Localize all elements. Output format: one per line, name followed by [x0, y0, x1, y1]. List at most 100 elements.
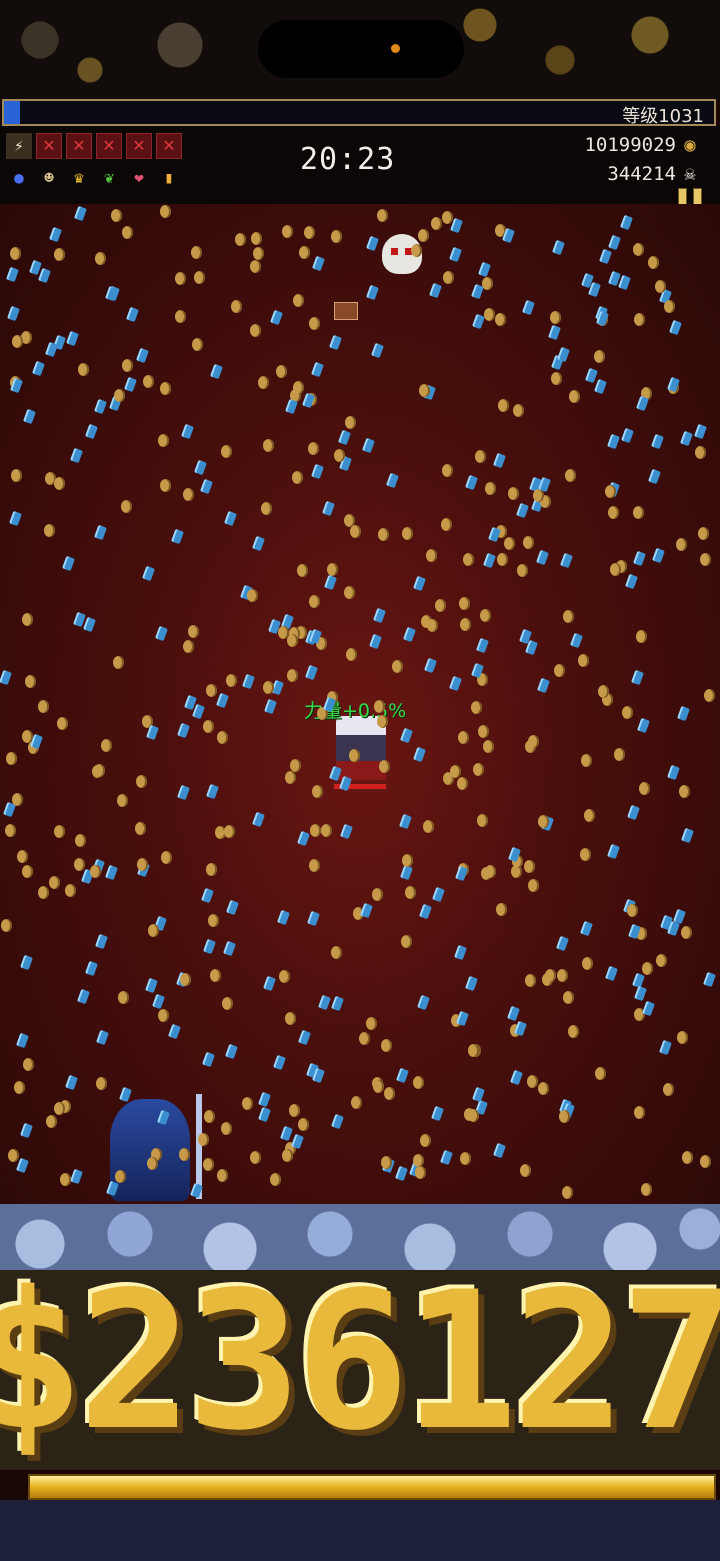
- gold-coin: [90, 865, 101, 878]
- gold-coin: [498, 399, 509, 412]
- gold-coin: [523, 536, 534, 549]
- kill-counter: 344214 ☠: [607, 163, 698, 185]
- gold-coin: [435, 599, 446, 612]
- experience-bar: 等级1031: [2, 99, 716, 127]
- xp-gem: [324, 574, 337, 591]
- xp-gem: [465, 975, 478, 992]
- xp-gem: [223, 940, 236, 957]
- gold-coin: [17, 850, 28, 863]
- xp-gem: [210, 363, 223, 380]
- xp-gem: [340, 823, 353, 840]
- gold-coin: [443, 271, 454, 284]
- gold-coin: [1, 919, 12, 932]
- gold-coin: [160, 205, 171, 218]
- gold-coin: [459, 597, 470, 610]
- xp-gem: [681, 827, 694, 844]
- gold-coin: [250, 324, 261, 337]
- gold-coin: [299, 246, 310, 259]
- xp-gem: [202, 1051, 215, 1068]
- xp-gem: [252, 535, 265, 552]
- gold-coin: [114, 389, 125, 402]
- gold-coin: [525, 974, 536, 987]
- gold-coin: [418, 229, 429, 242]
- gold-coin: [405, 886, 416, 899]
- gold-coin: [298, 1118, 309, 1131]
- gold-coin: [350, 525, 361, 538]
- coin-gain-prefix: $: [0, 1251, 84, 1472]
- gold-coin: [563, 610, 574, 623]
- gold-coin: [38, 886, 49, 899]
- gold-coin: [520, 1164, 531, 1177]
- gold-coin: [161, 851, 172, 864]
- xp-gem: [642, 1000, 655, 1017]
- gold-coin: [471, 701, 482, 714]
- xp-gem: [329, 334, 342, 351]
- gold-coin: [12, 335, 23, 348]
- gold-coin: [54, 248, 65, 261]
- gold-coin: [208, 914, 219, 927]
- gold-coin: [473, 763, 484, 776]
- xp-gem: [177, 722, 190, 739]
- gold-coin: [309, 317, 320, 330]
- xp-gem: [631, 669, 644, 686]
- xp-gem: [264, 698, 277, 715]
- xp-gem: [291, 1133, 304, 1150]
- xp-gem: [424, 657, 437, 674]
- gold-coin: [545, 969, 556, 982]
- gold-coin: [622, 706, 633, 719]
- gold-coin: [373, 1080, 384, 1093]
- xp-gem: [476, 637, 489, 654]
- xp-gem: [203, 938, 216, 955]
- gold-coin: [639, 782, 650, 795]
- gold-coin: [482, 277, 493, 290]
- gold-coin: [247, 589, 258, 602]
- gold-coin: [349, 749, 360, 762]
- xp-gem: [277, 909, 290, 926]
- gold-progress-bar: [28, 1474, 716, 1500]
- gold-coin: [695, 446, 706, 459]
- gold-coin: [253, 247, 264, 260]
- xp-gem: [119, 1086, 132, 1103]
- gold-coin: [12, 793, 23, 806]
- gold-coin: [485, 482, 496, 495]
- gold-coin: [392, 660, 403, 673]
- crown-icon: ♛: [74, 168, 84, 187]
- xp-gem: [585, 367, 598, 384]
- gold-coin: [54, 1102, 65, 1115]
- gold-coin: [538, 815, 549, 828]
- gold-coin: [656, 954, 667, 967]
- face-icon: ☻: [44, 168, 54, 187]
- xp-gem: [200, 478, 213, 495]
- gold-coin: [608, 506, 619, 519]
- gold-coin: [113, 656, 124, 669]
- xp-gem: [483, 552, 496, 569]
- gold-coin: [293, 294, 304, 307]
- gold-coin: [480, 609, 491, 622]
- xp-gem: [65, 1074, 78, 1091]
- gold-coin: [231, 300, 242, 313]
- xp-gem: [126, 306, 139, 323]
- empty-slot: ✕: [126, 133, 152, 159]
- xp-gem: [403, 626, 416, 643]
- gold-coin: [633, 243, 644, 256]
- gold-coin: [426, 549, 437, 562]
- gold-coin: [496, 903, 507, 916]
- gold-coin: [122, 359, 133, 372]
- xp-gem: [608, 234, 621, 251]
- empty-slot: ✕: [156, 133, 182, 159]
- treasure-chest: [334, 302, 358, 320]
- empty-slot: ✕: [96, 133, 122, 159]
- gold-coin: [700, 1155, 711, 1168]
- gold-coin: [419, 384, 430, 397]
- gold-coin: [442, 464, 453, 477]
- gold-coin: [221, 445, 232, 458]
- gold-coin: [527, 1075, 538, 1088]
- gold-coin: [263, 439, 274, 452]
- gold-coin: [122, 226, 133, 239]
- xp-gem: [400, 864, 413, 881]
- gold-coin: [287, 634, 298, 647]
- gold-coin: [96, 1077, 107, 1090]
- xp-gem: [548, 324, 561, 341]
- xp-gem: [136, 347, 149, 364]
- gold-coin: [279, 970, 290, 983]
